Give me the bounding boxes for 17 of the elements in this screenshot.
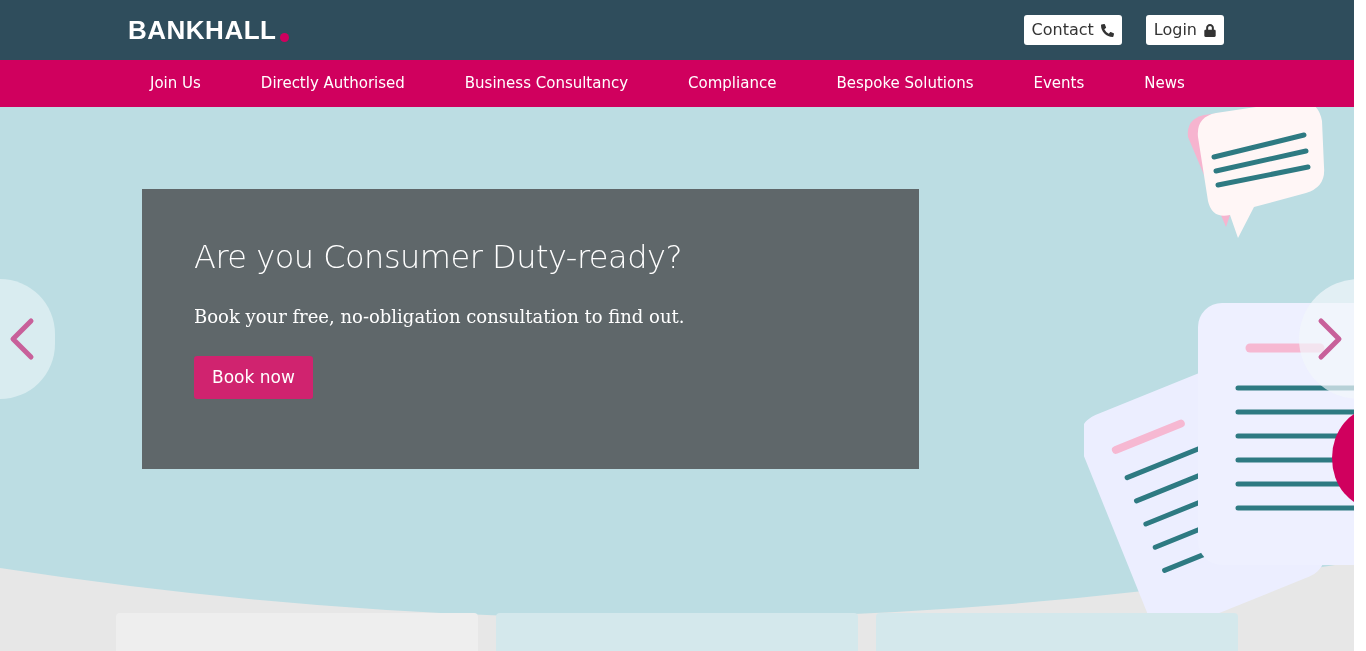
logo[interactable]: BANKHALL	[128, 17, 277, 43]
promo-text: Book your free, no-obligation consultation to find out.	[194, 305, 685, 329]
nav-link[interactable]: Compliance	[688, 72, 777, 95]
nav-link[interactable]: News	[1144, 72, 1185, 95]
nav-link[interactable]: Business Consultancy	[464, 72, 629, 95]
nav-link[interactable]: Join Us	[150, 72, 201, 95]
header-link[interactable]: Login	[1145, 15, 1224, 45]
nav-link[interactable]: Directly Authorised	[260, 72, 405, 95]
book-now-button[interactable]: Book now	[194, 356, 313, 399]
lock-icon	[1204, 23, 1216, 37]
nav-link[interactable]: Events	[1033, 72, 1085, 95]
header-link[interactable]: Contact	[1023, 15, 1122, 45]
phone-icon	[1100, 23, 1114, 37]
chevron-left-icon	[9, 317, 35, 361]
nav-link[interactable]: Bespoke Solutions	[836, 72, 974, 95]
promo-title: Are you Consumer Duty-ready?	[194, 237, 682, 277]
chevron-right-icon	[1317, 317, 1343, 361]
